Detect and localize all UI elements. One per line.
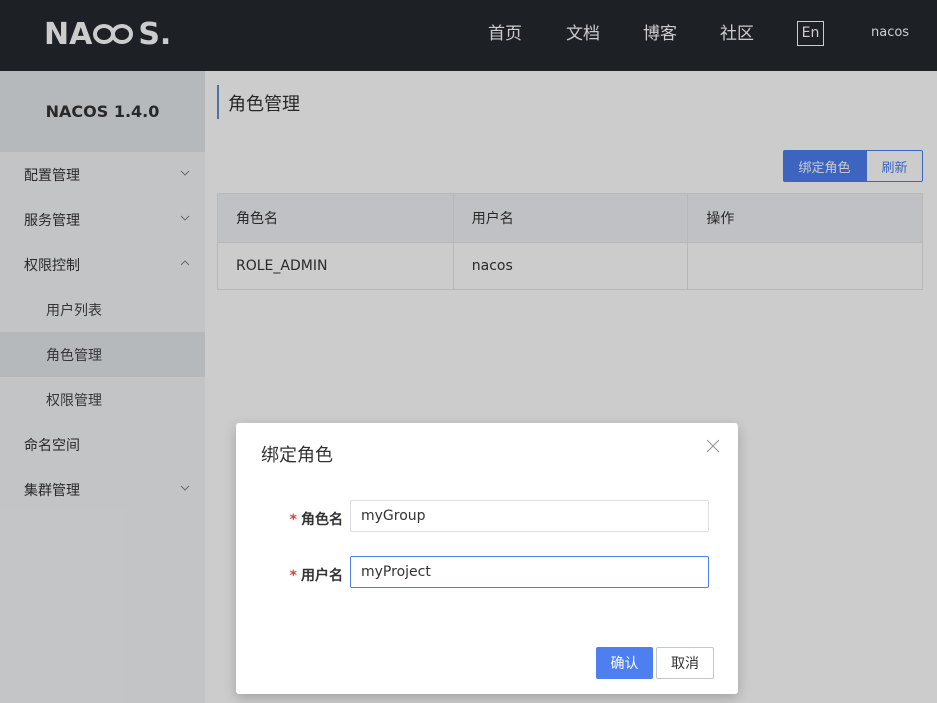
- bind-role-dialog: 绑定角色 *角色名 *用户名 确认 取消: [236, 423, 738, 694]
- role-name-input[interactable]: [350, 500, 709, 532]
- username-label: * 用户名: [289, 568, 343, 584]
- cancel-button[interactable]: 取消: [656, 647, 714, 679]
- dialog-title: 绑定角色: [261, 445, 333, 466]
- close-icon[interactable]: [705, 438, 721, 454]
- required-mark: *: [289, 512, 297, 528]
- username-input[interactable]: [350, 556, 709, 588]
- role-name-label: * 角色名: [289, 512, 343, 528]
- required-mark: *: [289, 568, 297, 584]
- confirm-button[interactable]: 确认: [596, 647, 653, 679]
